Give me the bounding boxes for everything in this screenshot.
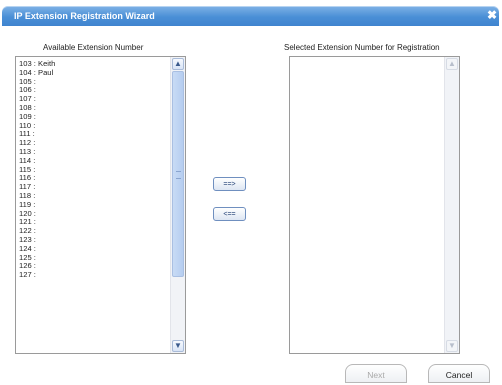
list-item[interactable]: 106 :: [18, 85, 169, 94]
wizard-dialog: IP Extension Registration Wizard ✖ Avail…: [0, 0, 502, 383]
list-item[interactable]: 110 :: [18, 121, 169, 130]
list-item[interactable]: 117 :: [18, 182, 169, 191]
thumb-grip-icon: [176, 171, 181, 179]
list-item[interactable]: 104 : Paul: [18, 68, 169, 77]
list-item[interactable]: 115 :: [18, 165, 169, 174]
scroll-down-arrow-icon[interactable]: ▼: [172, 340, 184, 352]
list-item[interactable]: 112 :: [18, 138, 169, 147]
list-item[interactable]: 118 :: [18, 191, 169, 200]
scroll-down-arrow-icon: ▼: [446, 340, 458, 352]
list-item[interactable]: 111 :: [18, 129, 169, 138]
add-to-selected-button[interactable]: ==>: [213, 177, 246, 191]
list-item[interactable]: 114 :: [18, 156, 169, 165]
list-item[interactable]: 103 : Keith: [18, 59, 169, 68]
next-button[interactable]: Next: [345, 364, 407, 383]
list-item[interactable]: 113 :: [18, 147, 169, 156]
dialog-title: IP Extension Registration Wizard: [14, 11, 155, 21]
available-extension-list[interactable]: 103 : Keith 104 : Paul 105 :106 :107 :108 …: [15, 56, 186, 354]
selected-extension-list[interactable]: ▲ ▼: [289, 56, 460, 354]
list-item[interactable]: 108 :: [18, 103, 169, 112]
available-list-header: Available Extension Number: [43, 43, 144, 52]
list-item[interactable]: 124 :: [18, 244, 169, 253]
scrollbar-thumb[interactable]: [172, 71, 184, 277]
cancel-button[interactable]: Cancel: [428, 364, 490, 383]
list-item[interactable]: 121 :: [18, 217, 169, 226]
list-item[interactable]: 127 :: [18, 270, 169, 279]
title-bar: IP Extension Registration Wizard ✖: [2, 6, 499, 26]
list-item[interactable]: 120 :: [18, 209, 169, 218]
selected-list-scrollbar: ▲ ▼: [444, 57, 459, 353]
list-item[interactable]: 109 :: [18, 112, 169, 121]
list-item[interactable]: 126 :: [18, 261, 169, 270]
remove-from-selected-button[interactable]: <==: [213, 207, 246, 221]
available-list-scrollbar[interactable]: ▲ ▼: [170, 57, 185, 353]
selected-items-container: [292, 59, 443, 353]
list-item[interactable]: 116 :: [18, 173, 169, 182]
list-item[interactable]: 123 :: [18, 235, 169, 244]
selected-list-header: Selected Extension Number for Registrati…: [284, 43, 440, 52]
available-items-container: 103 : Keith 104 : Paul 105 :106 :107 :108 …: [18, 59, 169, 353]
list-item[interactable]: 125 :: [18, 253, 169, 262]
scroll-up-arrow-icon: ▲: [446, 58, 458, 70]
close-icon[interactable]: ✖: [487, 9, 497, 21]
scroll-up-arrow-icon[interactable]: ▲: [172, 58, 184, 70]
list-item[interactable]: 107 :: [18, 94, 169, 103]
list-item[interactable]: 122 :: [18, 226, 169, 235]
list-item[interactable]: 105 :: [18, 77, 169, 86]
list-item[interactable]: 119 :: [18, 200, 169, 209]
